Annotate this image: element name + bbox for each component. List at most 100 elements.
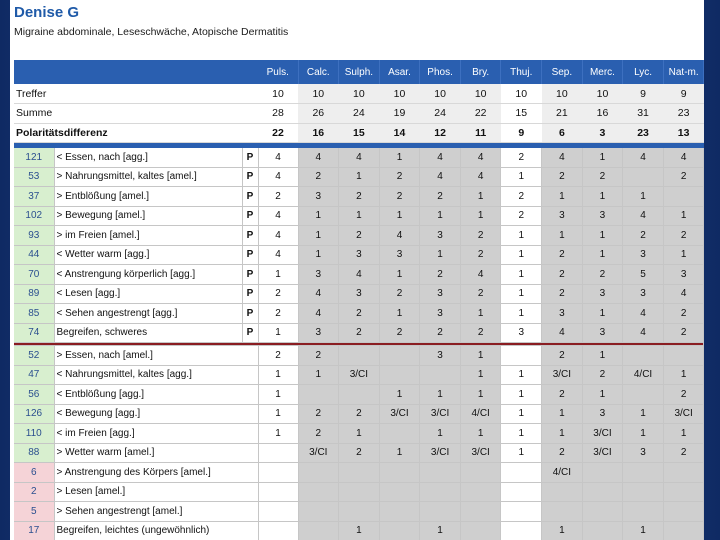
remedy-header[interactable]: Lyc. (622, 60, 664, 84)
rubric-row[interactable]: 85 < Sehen angestrengt [agg.] P 2 4 2 1 3 1 1 3 1 4 2 (14, 303, 704, 324)
grade-cell: 4/CI (460, 404, 502, 424)
grade-cell: 2 (298, 404, 340, 424)
grade-cell (298, 482, 340, 502)
grade-cell: 1 (541, 521, 583, 540)
rubric-text[interactable]: < Lesen [agg.] (54, 284, 243, 304)
rubric-text[interactable]: > Sehen angestrengt [amel.] (54, 501, 259, 522)
rubric-text[interactable]: > Anstrengung des Körpers [amel.] (54, 462, 259, 483)
rubric-text[interactable]: > Nahrungsmittel, kaltes [amel.] (54, 167, 243, 187)
remedy-header[interactable]: Asar. (379, 60, 421, 84)
rubric-count: 2 (14, 482, 55, 502)
rubric-row[interactable]: 53 > Nahrungsmittel, kaltes [amel.] P 4 2 1 2 4… (14, 167, 704, 187)
remedy-header[interactable]: Bry. (460, 60, 502, 84)
grade-cell: 2 (500, 147, 543, 168)
remedy-header[interactable]: Phos. (419, 60, 461, 84)
grade-cell: 3/CI (460, 443, 502, 463)
rubric-count: 47 (14, 365, 55, 385)
remedy-header[interactable]: Calc. (298, 60, 340, 84)
grade-cell: 3 (298, 186, 340, 207)
rubric-text[interactable]: < Wetter warm [agg.] (54, 245, 243, 265)
rubric-text[interactable]: Begreifen, schweres (54, 323, 243, 343)
rubric-text[interactable]: Begreifen, leichtes (ungewöhnlich) (54, 521, 259, 540)
rubric-row[interactable]: 74 Begreifen, schweres P 1 3 2 2 2 2 3 4 3 4 2 (14, 323, 704, 343)
rubric-text[interactable]: > Lesen [amel.] (54, 482, 259, 502)
rubric-text[interactable]: < Sehen angestrengt [agg.] (54, 303, 243, 324)
rubric-text[interactable]: < Entblößung [agg.] (54, 384, 259, 405)
grade-cell: 2 (622, 225, 664, 246)
grade-cell: 2 (460, 225, 502, 246)
rubric-row[interactable]: 93 > im Freien [amel.] P 4 1 2 4 3 2 1 1 1 2 2 (14, 225, 704, 246)
grade-cell (258, 482, 299, 502)
rubric-row[interactable]: 126 < Bewegung [agg.] 1 2 2 3/CI 3/CI 4/CI 1 1 3 1 3… (14, 404, 704, 424)
remedy-header[interactable]: Merc. (582, 60, 624, 84)
grade-cell (338, 345, 380, 366)
rubric-row[interactable]: 88 > Wetter warm [amel.] 3/CI 2 1 3/CI 3/CI 1 2 3… (14, 443, 704, 463)
grade-cell: 1 (622, 186, 664, 207)
polarity-flag: P (242, 186, 259, 207)
summary-value: 14 (379, 123, 420, 143)
grade-cell: 3/CI (298, 443, 340, 463)
rubric-row[interactable]: 47 < Nahrungsmittel, kaltes [agg.] 1 1 3/CI 1… (14, 365, 704, 385)
grade-cell: 4 (460, 167, 502, 187)
rubric-text[interactable]: > Bewegung [amel.] (54, 206, 243, 226)
rubric-count: 93 (14, 225, 55, 246)
grade-cell: 1 (379, 443, 421, 463)
rubric-text[interactable]: > Wetter warm [amel.] (54, 443, 259, 463)
rubric-text[interactable]: < Essen, nach [agg.] (54, 147, 243, 168)
grade-cell: 1 (258, 365, 299, 385)
remedy-header[interactable]: Thuj. (500, 60, 543, 84)
summary-value: 22 (258, 123, 298, 143)
grade-cell: 3/CI (663, 404, 704, 424)
grade-cell: 1 (500, 284, 543, 304)
rubric-text[interactable]: < im Freien [agg.] (54, 423, 259, 444)
grade-cell (258, 521, 299, 540)
grade-cell: 3 (582, 284, 624, 304)
polarity-flag: P (242, 225, 259, 246)
remedy-header[interactable]: Nat-m. (663, 60, 704, 84)
rubric-row[interactable]: 110 < im Freien [agg.] 1 2 1 1 1 1 1 3/CI 1 1 (14, 423, 704, 444)
rubric-row[interactable]: 89 < Lesen [agg.] P 2 4 3 2 3 2 1 2 3 3 4 (14, 284, 704, 304)
rubric-count: 126 (14, 404, 55, 424)
grade-cell: 4 (622, 303, 664, 324)
rubric-row[interactable]: 121 < Essen, nach [agg.] P 4 4 4 1 4 4 2 4 1 4 4 (14, 147, 704, 168)
grade-cell: 3 (541, 206, 583, 226)
rubric-text[interactable]: > Essen, nach [amel.] (54, 345, 259, 366)
rubric-row[interactable]: 37 > Entblößung [amel.] P 2 3 2 2 2 1 2 1 1 1 (14, 186, 704, 207)
grade-cell: 1 (258, 264, 299, 285)
rubric-row[interactable]: 52 > Essen, nach [amel.] 2 2 3 1 2 1 (14, 345, 704, 366)
summary-row: Polaritätsdifferenz 22 16 15 14 12 11 9 6 3 23 13 (14, 123, 704, 143)
grade-cell (298, 501, 340, 522)
grade-cell: 1 (338, 206, 380, 226)
grade-cell (500, 521, 543, 540)
rubric-row[interactable]: 70 < Anstrengung körperlich [agg.] P 1 3 4 1 2 4… (14, 264, 704, 285)
rubric-count: 17 (14, 521, 55, 540)
remedy-header[interactable]: Sulph. (338, 60, 380, 84)
rubric-row[interactable]: 2 > Lesen [amel.] (14, 482, 704, 502)
summary-value: 15 (500, 103, 542, 124)
rubric-count: 102 (14, 206, 55, 226)
rubric-row[interactable]: 17 Begreifen, leichtes (ungewöhnlich) 1 1 1 1 (14, 521, 704, 540)
rubric-row[interactable]: 5 > Sehen angestrengt [amel.] (14, 501, 704, 522)
grade-cell: 4 (338, 147, 380, 168)
grade-cell: 1 (258, 404, 299, 424)
rubric-count: 74 (14, 323, 55, 343)
summary-value: 21 (541, 103, 583, 124)
remedy-header[interactable]: Puls. (258, 60, 299, 84)
rubric-row[interactable]: 44 < Wetter warm [agg.] P 4 1 3 3 1 2 1 2 1 3 1 (14, 245, 704, 265)
rubric-row[interactable]: 56 < Entblößung [agg.] 1 1 1 1 1 2 1 2 (14, 384, 704, 405)
rubric-text[interactable]: > Entblößung [amel.] (54, 186, 243, 207)
rubric-text[interactable]: > im Freien [amel.] (54, 225, 243, 246)
summary-value: 10 (298, 84, 339, 104)
grade-cell: 1 (500, 264, 543, 285)
grade-cell: 3 (338, 284, 380, 304)
grade-cell: 1 (622, 521, 664, 540)
remedy-header[interactable]: Sep. (541, 60, 583, 84)
rubric-row[interactable]: 102 > Bewegung [amel.] P 4 1 1 1 1 1 2 3 3 4 1 (14, 206, 704, 226)
grade-cell (500, 501, 543, 522)
rubric-text[interactable]: < Anstrengung körperlich [agg.] (54, 264, 243, 285)
grade-cell: 4 (298, 284, 340, 304)
rubric-text[interactable]: < Nahrungsmittel, kaltes [agg.] (54, 365, 259, 385)
rubric-row[interactable]: 6 > Anstrengung des Körpers [amel.] 4/CI (14, 462, 704, 483)
grade-cell: 1 (500, 303, 543, 324)
rubric-text[interactable]: < Bewegung [agg.] (54, 404, 259, 424)
